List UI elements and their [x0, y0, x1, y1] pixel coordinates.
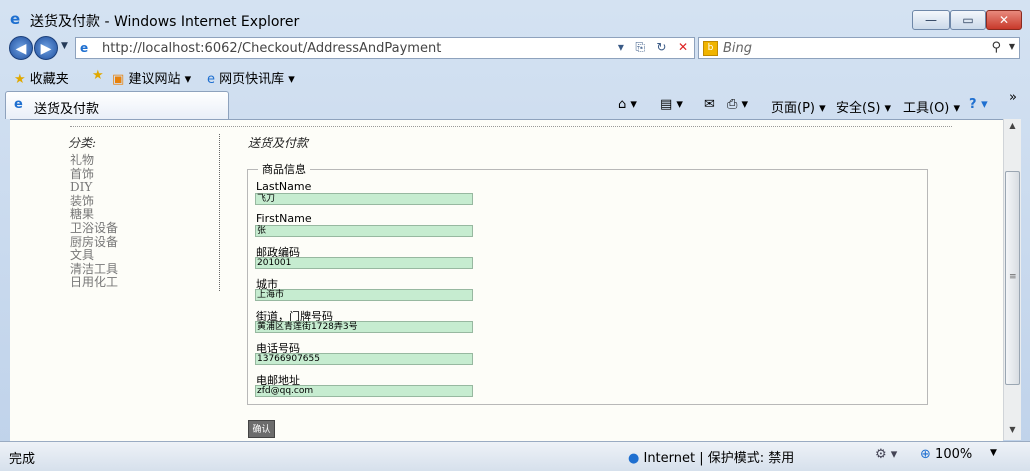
email-input[interactable]: zfd@qq.com — [255, 385, 473, 397]
address-url[interactable]: http://localhost:6062/Checkout/AddressAn… — [102, 41, 441, 56]
web-slice-gallery-label: 网页快讯库 ▾ — [219, 72, 295, 87]
zoom-dropdown-icon[interactable]: ▼ — [990, 448, 997, 458]
forward-button[interactable]: ▶ — [34, 36, 58, 60]
address-dropdown-icon[interactable]: ▾ — [618, 40, 624, 54]
category-item[interactable]: 卫浴设备 — [70, 221, 118, 236]
refresh-icon[interactable]: ↻ — [656, 40, 666, 54]
lastname-label: LastName — [256, 180, 312, 193]
close-button[interactable]: ✕ — [986, 10, 1022, 30]
star-icon: ★ — [14, 72, 26, 87]
grip-icon: ≡ — [1009, 272, 1017, 282]
web-slice-icon: ▣ — [112, 72, 125, 87]
category-title: 分类: — [68, 136, 97, 150]
category-item[interactable]: 首饰 — [70, 167, 118, 182]
status-text: 完成 — [9, 452, 36, 467]
zoom-icon: ⊕ — [920, 447, 931, 462]
search-box[interactable]: b Bing ⚲ ▼ — [698, 37, 1020, 59]
zone-text: Internet | 保护模式: 禁用 — [643, 451, 795, 466]
phone-input[interactable]: 13766907655 — [255, 353, 473, 365]
search-dropdown-icon[interactable]: ▼ — [1009, 42, 1015, 51]
page-menu[interactable]: 页面(P) ▾ — [771, 97, 826, 116]
tab-row: e 送货及付款 ⌂ ▾ ▤ ▾ ✉ ⎙ ▾ 页面(P) ▾ 安全(S) ▾ 工具… — [0, 89, 1030, 119]
back-button[interactable]: ◀ — [9, 36, 33, 60]
minimize-button[interactable]: — — [912, 10, 950, 30]
tab-checkout[interactable]: e 送货及付款 — [5, 91, 229, 119]
tab-label: 送货及付款 — [34, 102, 100, 117]
address-bar[interactable]: e http://localhost:6062/Checkout/Address… — [75, 37, 695, 59]
ie-page-icon: e — [207, 72, 215, 87]
ie-logo-icon: e — [10, 10, 21, 28]
status-bar: 完成 ● Internet | 保护模式: 禁用 ⚙ ▾ ⊕ 100% ▼ — [0, 441, 1030, 471]
protected-mode-icon[interactable]: ⚙ ▾ — [875, 447, 897, 462]
category-item[interactable]: DIY — [70, 181, 118, 195]
feeds-icon[interactable]: ▤ ▾ — [660, 97, 683, 112]
maximize-button[interactable]: ▭ — [950, 10, 986, 30]
category-item[interactable]: 文具 — [70, 249, 118, 263]
window-title: 送货及付款 - Windows Internet Explorer — [30, 14, 300, 30]
firstname-input[interactable]: 张 — [255, 225, 473, 237]
mail-icon[interactable]: ✉ — [704, 97, 715, 112]
search-placeholder[interactable]: Bing — [723, 41, 752, 56]
browser-window: e 送货及付款 - Windows Internet Explorer — ▭ … — [0, 0, 1030, 471]
scrollbar-thumb[interactable]: ≡ — [1005, 171, 1020, 385]
address-row: ◀ ▶ ▼ e http://localhost:6062/Checkout/A… — [0, 36, 1030, 60]
fieldset-legend: 商品信息 — [258, 161, 310, 177]
safety-menu[interactable]: 安全(S) ▾ — [836, 97, 891, 116]
add-favorite-icon[interactable]: ★ — [92, 68, 104, 83]
home-icon[interactable]: ⌂ ▾ — [618, 97, 637, 112]
category-list: 礼物 首饰 DIY 装饰 糖果 卫浴设备 厨房设备 文具 清洁工具 日用化工 — [70, 153, 118, 290]
web-slice-gallery-link[interactable]: e 网页快讯库 ▾ — [207, 68, 295, 87]
security-zone[interactable]: ● Internet | 保护模式: 禁用 — [628, 447, 794, 466]
scroll-up-icon[interactable]: ▲ — [1004, 121, 1021, 130]
lastname-input[interactable]: 飞刀 — [255, 193, 473, 205]
compat-view-icon[interactable]: ⎘ — [635, 40, 645, 54]
favorites-button[interactable]: ★ 收藏夹 — [14, 68, 69, 87]
category-item[interactable]: 日用化工 — [70, 276, 118, 290]
favorites-bar: ★ 收藏夹 ★ ▣ 建议网站 ▾ e 网页快讯库 ▾ — [0, 63, 1030, 89]
firstname-label: FirstName — [256, 212, 312, 225]
help-icon[interactable]: ? ▾ — [969, 97, 988, 112]
more-commands-icon[interactable]: » — [1009, 90, 1017, 105]
title-bar: e 送货及付款 - Windows Internet Explorer — ▭ … — [0, 0, 1030, 36]
street-input[interactable]: 黄浦区青莲街1728弄3号 — [255, 321, 473, 333]
submit-button[interactable]: 确认 — [248, 420, 275, 438]
suggested-sites-link[interactable]: ▣ 建议网站 ▾ — [112, 68, 191, 87]
tools-menu[interactable]: 工具(O) ▾ — [903, 97, 960, 116]
category-item[interactable]: 礼物 — [70, 153, 118, 168]
sidebar-divider — [219, 134, 220, 291]
suggested-sites-label: 建议网站 ▾ — [128, 72, 192, 87]
zoom-level[interactable]: ⊕ 100% — [920, 447, 972, 462]
history-dropdown-icon[interactable]: ▼ — [61, 41, 68, 51]
page-icon: e — [80, 41, 89, 55]
print-icon[interactable]: ⎙ ▾ — [727, 97, 748, 112]
postal-code-input[interactable]: 201001 — [255, 257, 473, 269]
zoom-value: 100% — [935, 447, 973, 462]
favorites-label: 收藏夹 — [29, 72, 69, 87]
tab-page-icon: e — [14, 97, 23, 112]
globe-icon: ● — [628, 451, 640, 466]
stop-icon[interactable]: ✕ — [678, 40, 688, 54]
bing-icon: b — [703, 41, 718, 56]
page-viewport: 分类: 礼物 首饰 DIY 装饰 糖果 卫浴设备 厨房设备 文具 清洁工具 日用… — [10, 119, 1003, 441]
category-item[interactable]: 清洁工具 — [70, 262, 118, 277]
search-icon[interactable]: ⚲ — [991, 40, 1001, 55]
scroll-down-icon[interactable]: ▼ — [1004, 425, 1021, 434]
vertical-scrollbar[interactable]: ▲ ≡ ▼ — [1003, 119, 1021, 440]
category-item[interactable]: 糖果 — [70, 208, 118, 222]
header-divider — [70, 126, 952, 127]
page-title: 送货及付款 — [248, 136, 309, 150]
city-input[interactable]: 上海市 — [255, 289, 473, 301]
